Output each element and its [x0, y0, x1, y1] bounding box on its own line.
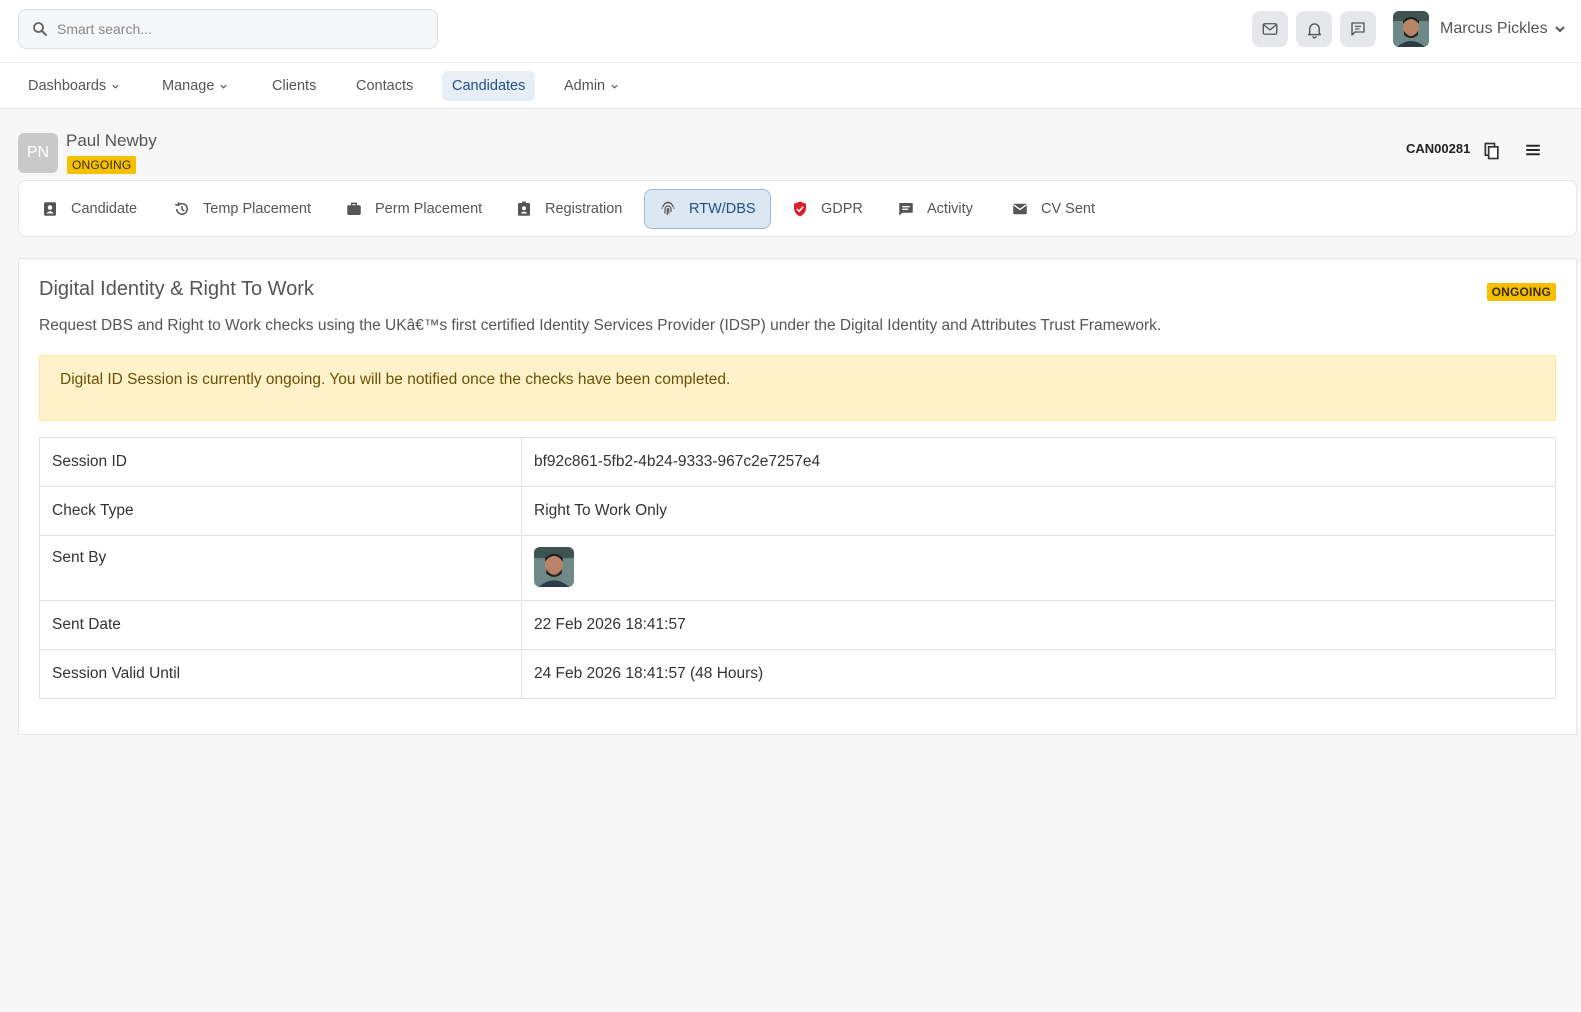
table-row: Sent Date 22 Feb 2026 18:41:57 — [39, 600, 1556, 650]
panel-title: Digital Identity & Right To Work — [39, 278, 314, 300]
nav-clients-label: Clients — [272, 78, 317, 94]
hamburger-menu-icon — [1526, 144, 1540, 156]
registration-badge-icon — [518, 201, 530, 216]
tab-activity[interactable]: Activity — [883, 189, 987, 229]
user-avatar — [1393, 11, 1429, 47]
nav-contacts-label: Contacts — [356, 78, 414, 94]
table-row: Session ID bf92c861-5fb2-4b24-9333-967c2… — [39, 437, 1556, 487]
chevron-down-icon — [1554, 26, 1565, 33]
tab-rtw-dbs[interactable]: RTW/DBS — [644, 189, 771, 229]
table-row: Session Valid Until 24 Feb 2026 18:41:57… — [39, 649, 1556, 699]
table-row: Sent By — [39, 535, 1556, 601]
panel-description: Request DBS and Right to Work checks usi… — [39, 317, 1162, 334]
nav-dashboards[interactable]: Dashboards — [18, 71, 130, 101]
tab-candidate[interactable]: Candidate — [27, 189, 151, 229]
tab-registration[interactable]: Registration — [501, 189, 636, 229]
candidate-reference: CAN00281 — [1406, 141, 1471, 156]
tab-registration-label: Registration — [545, 201, 623, 217]
candidate-tabs: Candidate Temp Placement Perm Placement … — [18, 180, 1577, 237]
candidate-name: Paul Newby — [66, 131, 157, 150]
nav-clients[interactable]: Clients — [262, 71, 326, 101]
message-icon — [899, 203, 913, 216]
mail-button[interactable] — [1252, 11, 1288, 47]
session-id-label: Session ID — [39, 437, 522, 487]
tab-candidate-label: Candidate — [71, 201, 138, 217]
tab-activity-label: Activity — [927, 201, 973, 217]
session-details-table: Session ID bf92c861-5fb2-4b24-9333-967c2… — [39, 437, 1556, 699]
search-icon — [33, 22, 47, 36]
nav-contacts[interactable]: Contacts — [346, 71, 423, 101]
chevron-down-icon — [611, 84, 618, 89]
chevron-down-icon — [112, 84, 119, 89]
mail-icon — [1013, 203, 1027, 215]
main-nav: Dashboards Manage Clients Contacts Candi… — [0, 62, 1581, 109]
nav-manage[interactable]: Manage — [152, 71, 238, 101]
tab-rtw-dbs-label: RTW/DBS — [689, 201, 756, 217]
tab-cv-sent-label: CV Sent — [1041, 201, 1095, 217]
briefcase-icon — [347, 202, 361, 215]
messages-button[interactable] — [1340, 11, 1376, 47]
top-bar: Marcus Pickles — [0, 0, 1581, 62]
panel-status-badge: ONGOING — [1486, 283, 1556, 301]
check-type-label: Check Type — [39, 486, 522, 536]
nav-admin-label: Admin — [564, 78, 606, 94]
tab-perm-placement-label: Perm Placement — [375, 201, 483, 217]
nav-candidates-label: Candidates — [452, 78, 526, 94]
copy-icon — [1484, 142, 1499, 160]
table-row: Check Type Right To Work Only — [39, 486, 1556, 536]
tab-gdpr[interactable]: GDPR — [777, 189, 877, 229]
options-menu-button[interactable] — [1524, 141, 1542, 164]
mail-icon — [1262, 23, 1278, 35]
candidate-status-badge: ONGOING — [67, 156, 137, 174]
search-input[interactable] — [57, 21, 397, 37]
bell-icon — [1307, 22, 1321, 38]
chat-icon — [1351, 22, 1365, 36]
nav-dashboards-label: Dashboards — [28, 78, 107, 94]
smart-search[interactable] — [18, 9, 438, 49]
chevron-down-icon — [220, 84, 228, 89]
tab-perm-placement[interactable]: Perm Placement — [331, 189, 496, 229]
nav-manage-label: Manage — [162, 78, 215, 94]
sent-by-value — [521, 535, 1556, 601]
digital-identity-panel: Digital Identity & Right To Work ONGOING… — [18, 258, 1577, 735]
sent-date-label: Sent Date — [39, 600, 522, 650]
session-id-value: bf92c861-5fb2-4b24-9333-967c2e7257e4 — [521, 437, 1556, 487]
nav-admin[interactable]: Admin — [554, 71, 629, 101]
sent-by-label: Sent By — [39, 535, 522, 601]
tab-gdpr-label: GDPR — [821, 201, 863, 217]
sent-by-avatar[interactable] — [534, 547, 574, 587]
user-menu[interactable]: Marcus Pickles — [1393, 11, 1566, 47]
tab-temp-placement-label: Temp Placement — [203, 201, 311, 217]
ongoing-alert: Digital ID Session is currently ongoing.… — [39, 355, 1556, 421]
copy-reference-button[interactable] — [1482, 141, 1502, 166]
tab-temp-placement[interactable]: Temp Placement — [159, 189, 325, 229]
valid-until-label: Session Valid Until — [39, 649, 522, 699]
valid-until-value: 24 Feb 2026 18:41:57 (48 Hours) — [521, 649, 1556, 699]
user-name: Marcus Pickles — [1440, 20, 1548, 37]
tab-cv-sent[interactable]: CV Sent — [997, 189, 1109, 229]
check-type-value: Right To Work Only — [521, 486, 1556, 536]
nav-candidates[interactable]: Candidates — [442, 71, 536, 101]
history-icon — [175, 202, 188, 215]
contact-card-icon — [44, 202, 56, 216]
sent-date-value: 22 Feb 2026 18:41:57 — [521, 600, 1556, 650]
fingerprint-icon — [661, 201, 675, 215]
notifications-button[interactable] — [1296, 11, 1332, 47]
candidate-avatar: PN — [18, 133, 58, 173]
shield-check-icon — [794, 201, 806, 217]
